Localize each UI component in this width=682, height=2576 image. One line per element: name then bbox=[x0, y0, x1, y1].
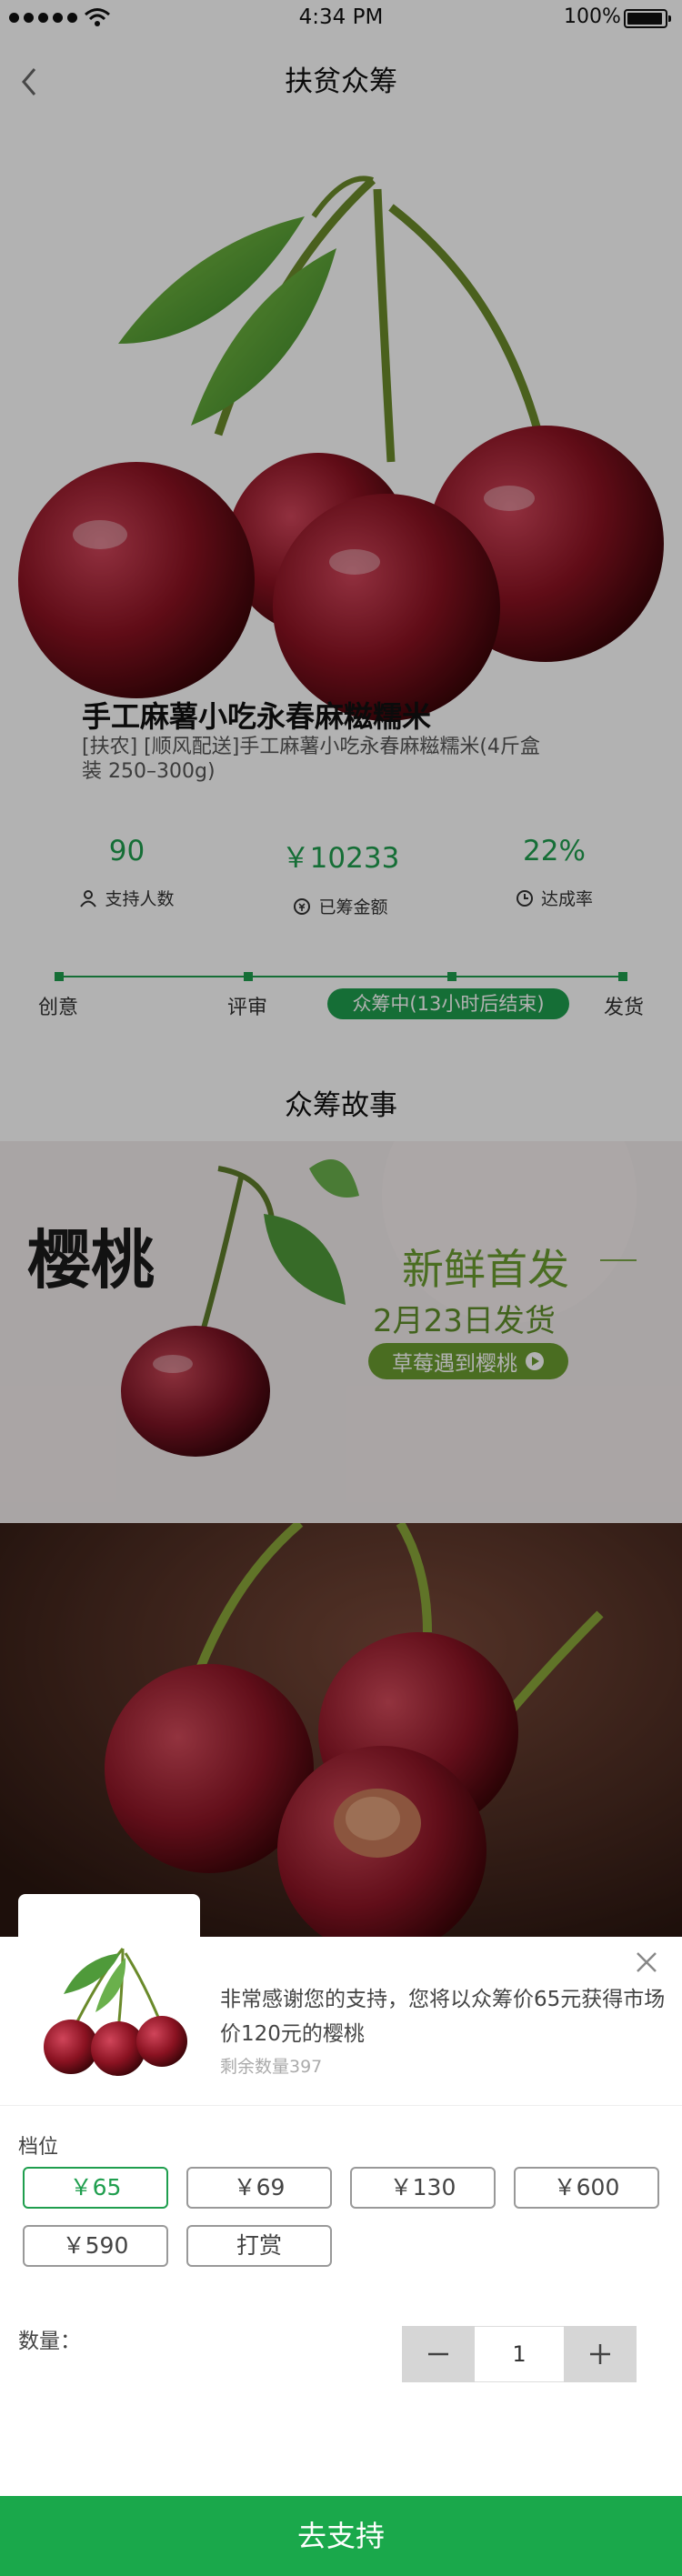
sheet-divider bbox=[0, 2105, 682, 2106]
increase-button[interactable] bbox=[564, 2326, 637, 2382]
tier-label: 档位 bbox=[18, 2136, 59, 2159]
remaining-count: 剩余数量397 bbox=[220, 2057, 323, 2077]
quantity-label: 数量： bbox=[18, 2330, 81, 2353]
support-button[interactable]: 去支持 bbox=[0, 2496, 682, 2576]
modal-backdrop[interactable] bbox=[0, 0, 682, 1937]
close-icon[interactable] bbox=[632, 1948, 661, 1977]
plus-icon bbox=[590, 2344, 610, 2364]
tier-option-tip[interactable]: 打赏 bbox=[186, 2225, 332, 2267]
product-thumbnail bbox=[18, 1894, 200, 2076]
tier-option-69[interactable]: ￥69 bbox=[186, 2167, 332, 2209]
minus-icon bbox=[428, 2352, 448, 2356]
tier-option-590[interactable]: ￥590 bbox=[23, 2225, 168, 2267]
thumbnail-cherry-image bbox=[44, 1948, 187, 2076]
quantity-stepper: 1 bbox=[402, 2326, 637, 2382]
tier-option-130[interactable]: ￥130 bbox=[350, 2167, 496, 2209]
tier-option-600[interactable]: ￥600 bbox=[514, 2167, 659, 2209]
sheet-description: 非常感谢您的支持，您将以众筹价65元获得市场价120元的樱桃 bbox=[220, 1988, 666, 2046]
decrease-button[interactable] bbox=[402, 2326, 475, 2382]
tier-option-65[interactable]: ￥65 bbox=[23, 2167, 168, 2209]
quantity-input[interactable]: 1 bbox=[475, 2326, 564, 2382]
